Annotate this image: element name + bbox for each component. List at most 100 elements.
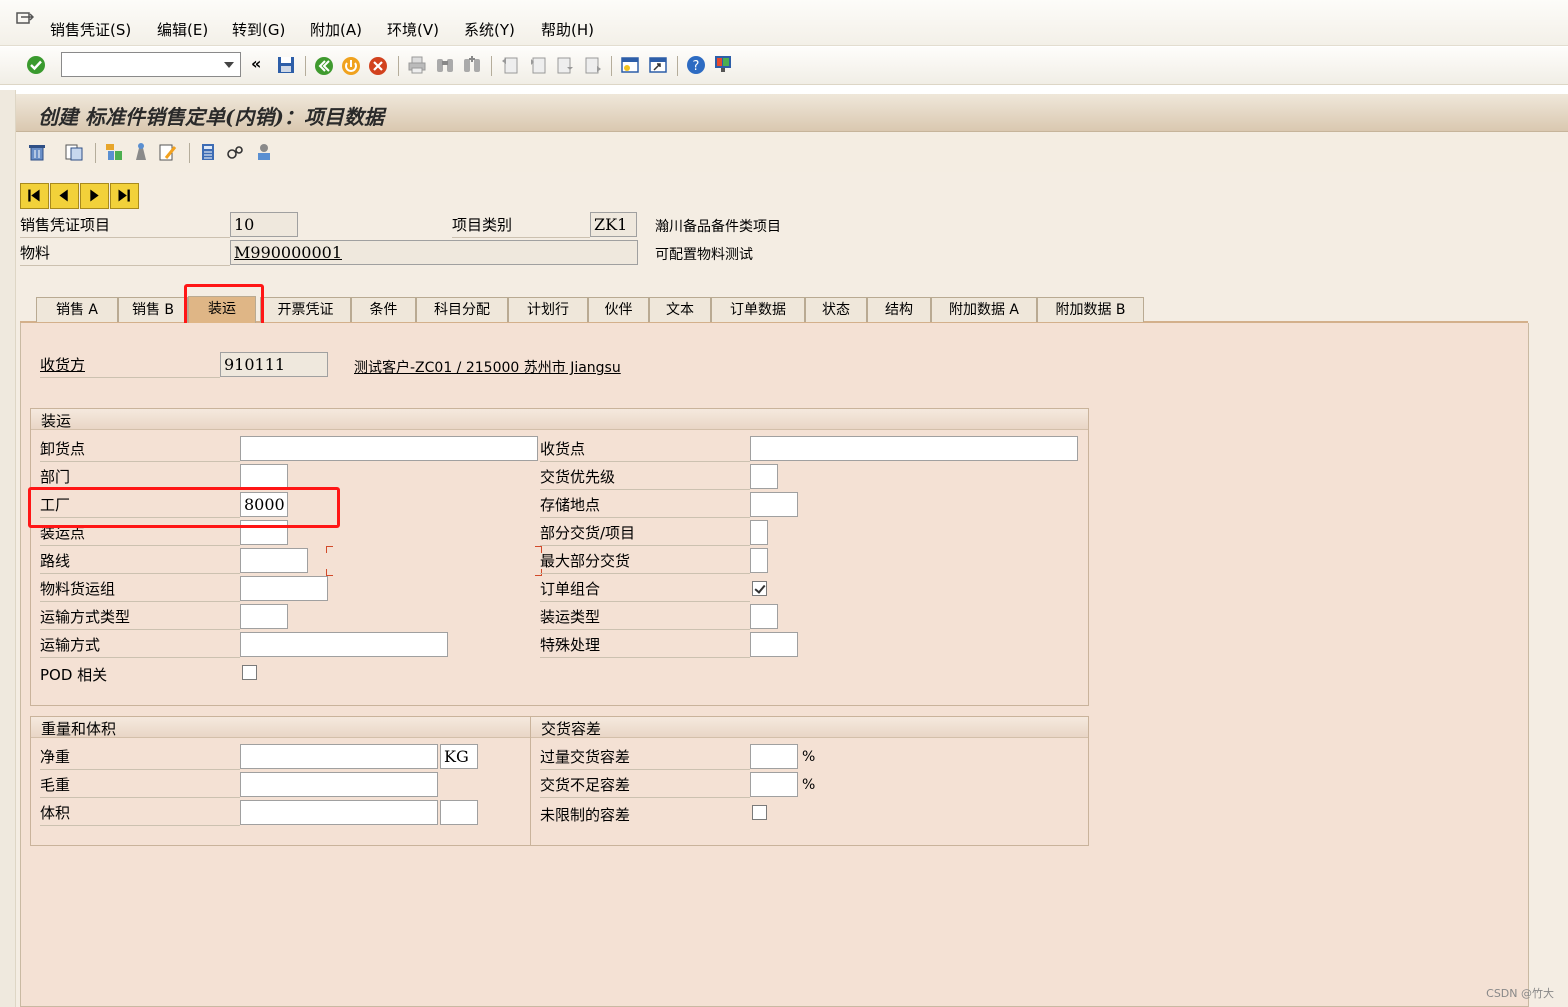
delivery-tolerance-group-title: 交货容差 bbox=[541, 720, 602, 738]
tab-account-assignment[interactable]: 科目分配 bbox=[416, 297, 508, 322]
shipping-group-title: 装运 bbox=[41, 412, 72, 430]
toolbar-separator bbox=[305, 56, 306, 76]
calculator-icon[interactable] bbox=[198, 142, 218, 162]
header-details-icon[interactable] bbox=[104, 142, 124, 162]
item-label: 销售凭证项目 bbox=[20, 212, 230, 238]
transport-mode-field[interactable] bbox=[240, 632, 448, 657]
net-weight-unit-field[interactable]: KG bbox=[440, 744, 478, 769]
previous-item-button[interactable] bbox=[50, 183, 79, 209]
tab-partners[interactable]: 伙伴 bbox=[588, 297, 649, 322]
material-field[interactable]: M990000001 bbox=[230, 240, 638, 265]
toolbar-separator bbox=[677, 56, 678, 76]
menu-goto[interactable]: 转到(G) bbox=[232, 19, 285, 40]
first-item-button[interactable] bbox=[20, 183, 49, 209]
menu-edit[interactable]: 编辑(E) bbox=[157, 19, 208, 40]
pod-relevant-checkbox[interactable] bbox=[242, 665, 257, 680]
menu-sales-document[interactable]: 销售凭证(S) bbox=[50, 19, 131, 40]
tab-structure[interactable]: 结构 bbox=[867, 297, 931, 322]
menu-help[interactable]: 帮助(H) bbox=[541, 19, 594, 40]
print-icon[interactable] bbox=[407, 55, 427, 75]
page-title: 创建 标准件销售定单(内销)：项目数据 bbox=[38, 105, 384, 129]
shortcut-icon[interactable] bbox=[648, 55, 668, 75]
overdelivery-tolerance-field[interactable] bbox=[750, 744, 798, 769]
ship-to-address-link[interactable]: 测试客户-ZC01 / 215000 苏州市 Jiangsu bbox=[354, 357, 621, 377]
underdelivery-percent-unit: % bbox=[802, 777, 816, 793]
unloading-point-field[interactable] bbox=[240, 436, 538, 461]
next-item-button[interactable] bbox=[80, 183, 109, 209]
item-overview-icon[interactable] bbox=[131, 142, 151, 162]
partial-delivery-item-field[interactable] bbox=[750, 520, 768, 545]
item-field[interactable]: 10 bbox=[230, 212, 298, 237]
help-icon[interactable]: ? bbox=[686, 55, 706, 75]
last-page-icon[interactable] bbox=[583, 55, 603, 75]
configuration-icon[interactable] bbox=[225, 142, 245, 162]
shipping-type-field[interactable] bbox=[750, 604, 778, 629]
tab-schedule-lines[interactable]: 计划行 bbox=[508, 297, 588, 322]
highlight-shipping-tab bbox=[184, 284, 264, 328]
enter-check-icon[interactable] bbox=[26, 55, 46, 75]
partner-icon[interactable] bbox=[254, 142, 274, 162]
material-label: 物料 bbox=[20, 240, 230, 266]
tab-order-data[interactable]: 订单数据 bbox=[711, 297, 805, 322]
volume-unit-field[interactable] bbox=[440, 800, 478, 825]
unlimited-tolerance-label: 未限制的容差 bbox=[540, 806, 631, 824]
previous-page-icon[interactable] bbox=[528, 55, 548, 75]
storage-location-field[interactable] bbox=[750, 492, 798, 517]
gross-weight-field[interactable] bbox=[240, 772, 438, 797]
first-page-icon[interactable] bbox=[500, 55, 520, 75]
department-field[interactable] bbox=[240, 464, 288, 489]
menu-environment[interactable]: 环境(V) bbox=[387, 19, 439, 40]
weight-volume-group-title: 重量和体积 bbox=[41, 720, 117, 738]
receiving-point-field[interactable] bbox=[750, 436, 1078, 461]
save-icon[interactable] bbox=[276, 55, 296, 75]
tab-sales-b[interactable]: 销售 B bbox=[118, 297, 188, 322]
back-icon[interactable] bbox=[314, 56, 334, 76]
next-page-icon[interactable] bbox=[555, 55, 575, 75]
max-partial-deliveries-field[interactable] bbox=[750, 548, 768, 573]
net-weight-field[interactable] bbox=[240, 744, 438, 769]
ship-to-field[interactable]: 910111 bbox=[220, 352, 328, 377]
menu-extras[interactable]: 附加(A) bbox=[310, 19, 362, 40]
delete-icon[interactable] bbox=[27, 142, 47, 162]
item-category-description: 瀚川备品备件类项目 bbox=[655, 219, 781, 235]
tab-additional-data-b[interactable]: 附加数据 B bbox=[1037, 297, 1144, 322]
find-next-icon[interactable] bbox=[462, 55, 482, 75]
cancel-icon[interactable] bbox=[368, 56, 388, 76]
material-freight-group-label: 物料货运组 bbox=[40, 576, 240, 602]
tab-texts[interactable]: 文本 bbox=[649, 297, 711, 322]
system-menu-icon[interactable] bbox=[16, 12, 34, 28]
create-session-icon[interactable] bbox=[620, 55, 640, 75]
ship-to-label[interactable]: 收货方 bbox=[40, 352, 220, 378]
route-field[interactable] bbox=[240, 548, 308, 573]
item-details-icon[interactable] bbox=[158, 142, 178, 162]
chevron-down-icon[interactable] bbox=[224, 62, 234, 68]
transport-mode-type-field[interactable] bbox=[240, 604, 288, 629]
delivery-priority-field[interactable] bbox=[750, 464, 778, 489]
order-combination-checkbox[interactable] bbox=[752, 581, 767, 596]
tab-sales-a[interactable]: 销售 A bbox=[36, 297, 118, 322]
underdelivery-tolerance-field[interactable] bbox=[750, 772, 798, 797]
overdelivery-tolerance-label: 过量交货容差 bbox=[540, 744, 750, 770]
exit-icon[interactable] bbox=[341, 56, 361, 76]
collapse-icon[interactable]: « bbox=[251, 54, 261, 73]
tab-conditions[interactable]: 条件 bbox=[351, 297, 416, 322]
tab-additional-data-a[interactable]: 附加数据 A bbox=[931, 297, 1037, 322]
special-processing-field[interactable] bbox=[750, 632, 798, 657]
material-freight-group-field[interactable] bbox=[240, 576, 328, 601]
find-icon[interactable] bbox=[435, 55, 455, 75]
tab-status[interactable]: 状态 bbox=[805, 297, 867, 322]
unlimited-tolerance-checkbox[interactable] bbox=[752, 805, 767, 820]
item-category-field[interactable]: ZK1 bbox=[590, 212, 637, 237]
volume-field[interactable] bbox=[240, 800, 438, 825]
last-item-button[interactable] bbox=[110, 183, 139, 209]
tab-billing-document[interactable]: 开票凭证 bbox=[260, 297, 351, 322]
title-bar: 创建 标准件销售定单(内销)：项目数据 bbox=[16, 94, 1568, 132]
menu-system[interactable]: 系统(Y) bbox=[464, 19, 515, 40]
overdelivery-percent-unit: % bbox=[802, 749, 816, 765]
item-category-label: 项目类别 bbox=[452, 212, 590, 238]
receiving-point-label: 收货点 bbox=[540, 436, 750, 462]
material-description: 可配置物料测试 bbox=[655, 247, 753, 263]
customize-layout-icon[interactable] bbox=[713, 54, 733, 74]
command-field[interactable] bbox=[61, 52, 241, 77]
display-document-flow-icon[interactable] bbox=[64, 142, 84, 162]
